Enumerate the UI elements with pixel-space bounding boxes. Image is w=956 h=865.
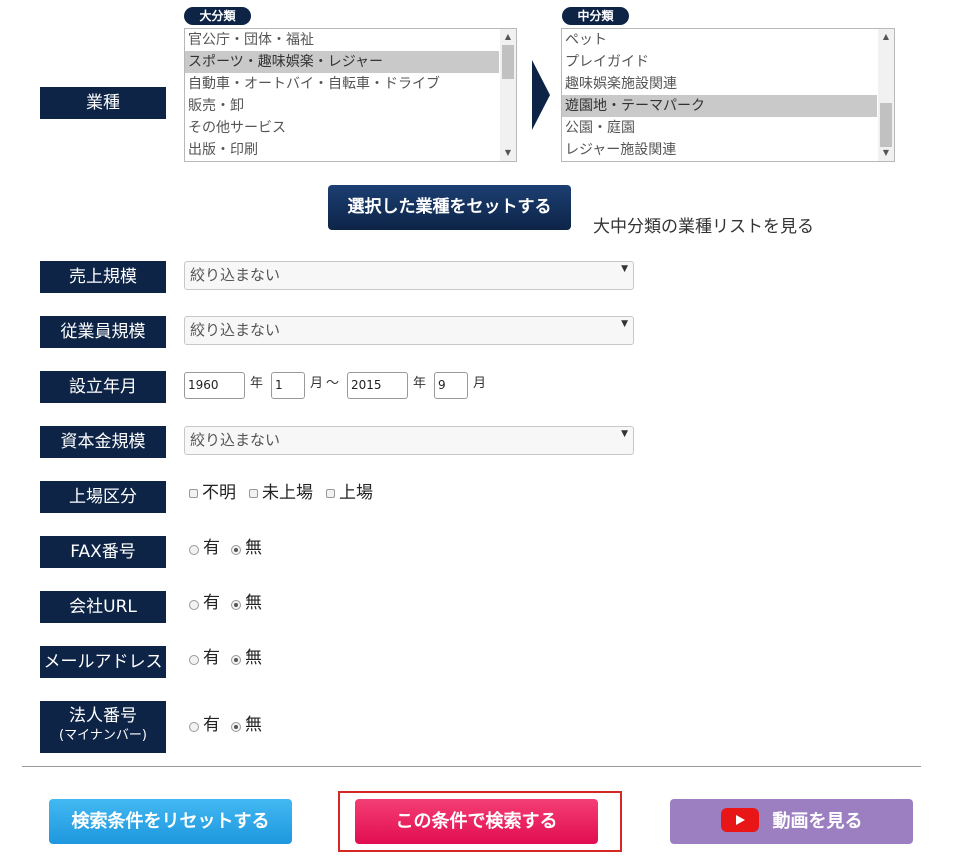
industry-list-link[interactable]: 大中分類の業種リストを見る xyxy=(593,212,814,237)
established-label: 設立年月 xyxy=(40,371,166,403)
checkbox-unlisted-label[interactable]: 未上場 xyxy=(262,483,313,503)
scroll-up-icon[interactable]: ▲ xyxy=(878,29,894,45)
divider xyxy=(22,766,921,767)
corp-number-yes-label[interactable]: 有 xyxy=(203,715,220,735)
email-yes-radio[interactable] xyxy=(189,655,199,665)
fax-no-radio[interactable] xyxy=(231,545,241,555)
list-item[interactable]: その他サービス xyxy=(185,117,499,139)
list-item[interactable]: レジャー施設関連 xyxy=(562,139,877,161)
url-no-radio[interactable] xyxy=(231,600,241,610)
set-industry-button[interactable]: 選択した業種をセットする xyxy=(328,185,571,230)
checkbox-listed[interactable] xyxy=(326,489,335,498)
list-item-selected[interactable]: スポーツ・趣味娯楽・レジャー xyxy=(185,51,499,73)
to-month-input[interactable]: 9 xyxy=(434,372,468,399)
list-item[interactable]: 販売・卸 xyxy=(185,95,499,117)
industry-label: 業種 xyxy=(40,87,166,119)
email-label: メールアドレス xyxy=(40,646,166,678)
year-unit: 年 xyxy=(250,376,264,391)
major-category-listbox[interactable]: 官公庁・団体・福祉 スポーツ・趣味娯楽・レジャー 自動車・オートバイ・自転車・ド… xyxy=(184,28,517,162)
capital-select-value: 絞り込まない xyxy=(190,431,281,449)
fax-yes-radio[interactable] xyxy=(189,545,199,555)
list-item[interactable]: 出版・印刷 xyxy=(185,139,499,161)
to-year-input[interactable]: 2015 xyxy=(347,372,408,399)
chevron-down-icon: ▼ xyxy=(621,264,628,274)
corp-number-label-main: 法人番号 xyxy=(69,706,137,726)
list-item[interactable]: 自動車・オートバイ・自転車・ドライブ xyxy=(185,73,499,95)
fax-yes-label[interactable]: 有 xyxy=(203,538,220,558)
corp-number-no-label[interactable]: 無 xyxy=(245,715,262,735)
list-item[interactable]: ペット xyxy=(562,29,877,51)
video-button-label: 動画を見る xyxy=(772,811,863,832)
range-tilde: ～ xyxy=(326,376,340,391)
checkbox-unknown[interactable] xyxy=(189,489,198,498)
email-no-radio[interactable] xyxy=(231,655,241,665)
from-year-input[interactable]: 1960 xyxy=(184,372,245,399)
checkbox-unlisted[interactable] xyxy=(249,489,258,498)
scroll-thumb[interactable] xyxy=(502,45,514,79)
corp-number-no-radio[interactable] xyxy=(231,722,241,732)
list-item[interactable]: 趣味娯楽施設関連 xyxy=(562,73,877,95)
scroll-up-icon[interactable]: ▲ xyxy=(500,29,516,45)
sales-label: 売上規模 xyxy=(40,261,166,293)
url-label: 会社URL xyxy=(40,591,166,623)
list-item[interactable]: 公園・庭園 xyxy=(562,117,877,139)
checkbox-unknown-label[interactable]: 不明 xyxy=(202,483,236,503)
middle-category-listbox[interactable]: ペット プレイガイド 趣味娯楽施設関連 遊園地・テーマパーク 公園・庭園 レジャ… xyxy=(561,28,895,162)
email-yes-label[interactable]: 有 xyxy=(203,648,220,668)
scroll-down-icon[interactable]: ▼ xyxy=(878,145,894,161)
search-button[interactable]: この条件で検索する xyxy=(355,799,598,844)
list-item[interactable]: 官公庁・団体・福祉 xyxy=(185,29,499,51)
year-unit: 年 xyxy=(413,376,427,391)
middle-category-title: 中分類 xyxy=(562,7,629,25)
list-item-selected[interactable]: 遊園地・テーマパーク xyxy=(562,95,877,117)
major-listbox-scrollbar[interactable]: ▲ ▼ xyxy=(500,29,516,161)
sales-select[interactable]: 絞り込まない ▼ xyxy=(184,261,634,290)
listing-label: 上場区分 xyxy=(40,481,166,513)
employees-select[interactable]: 絞り込まない ▼ xyxy=(184,316,634,345)
from-month-input[interactable]: 1 xyxy=(271,372,305,399)
corp-number-label-sub: (マイナンバー) xyxy=(59,728,147,743)
fax-label: FAX番号 xyxy=(40,536,166,568)
corp-number-label: 法人番号 (マイナンバー) xyxy=(40,701,166,753)
capital-select[interactable]: 絞り込まない ▼ xyxy=(184,426,634,455)
email-no-label[interactable]: 無 xyxy=(245,648,262,668)
youtube-icon xyxy=(720,808,759,832)
middle-listbox-scrollbar[interactable]: ▲ ▼ xyxy=(878,29,894,161)
fax-no-label[interactable]: 無 xyxy=(245,538,262,558)
sales-select-value: 絞り込まない xyxy=(190,266,281,284)
video-button[interactable]: 動画を見る xyxy=(670,799,913,844)
url-yes-radio[interactable] xyxy=(189,600,199,610)
employees-select-value: 絞り込まない xyxy=(190,321,281,339)
list-item[interactable]: プレイガイド xyxy=(562,51,877,73)
url-yes-label[interactable]: 有 xyxy=(203,593,220,613)
month-unit: 月 xyxy=(310,376,324,391)
arrow-right-icon xyxy=(532,60,550,130)
major-category-title: 大分類 xyxy=(184,7,251,25)
reset-button[interactable]: 検索条件をリセットする xyxy=(49,799,292,844)
chevron-down-icon: ▼ xyxy=(621,319,628,329)
checkbox-listed-label[interactable]: 上場 xyxy=(339,483,373,503)
chevron-down-icon: ▼ xyxy=(621,429,628,439)
corp-number-yes-radio[interactable] xyxy=(189,722,199,732)
url-no-label[interactable]: 無 xyxy=(245,593,262,613)
capital-label: 資本金規模 xyxy=(40,426,166,458)
employees-label: 従業員規模 xyxy=(40,316,166,348)
scroll-down-icon[interactable]: ▼ xyxy=(500,145,516,161)
scroll-thumb[interactable] xyxy=(880,103,892,147)
month-unit: 月 xyxy=(473,376,487,391)
